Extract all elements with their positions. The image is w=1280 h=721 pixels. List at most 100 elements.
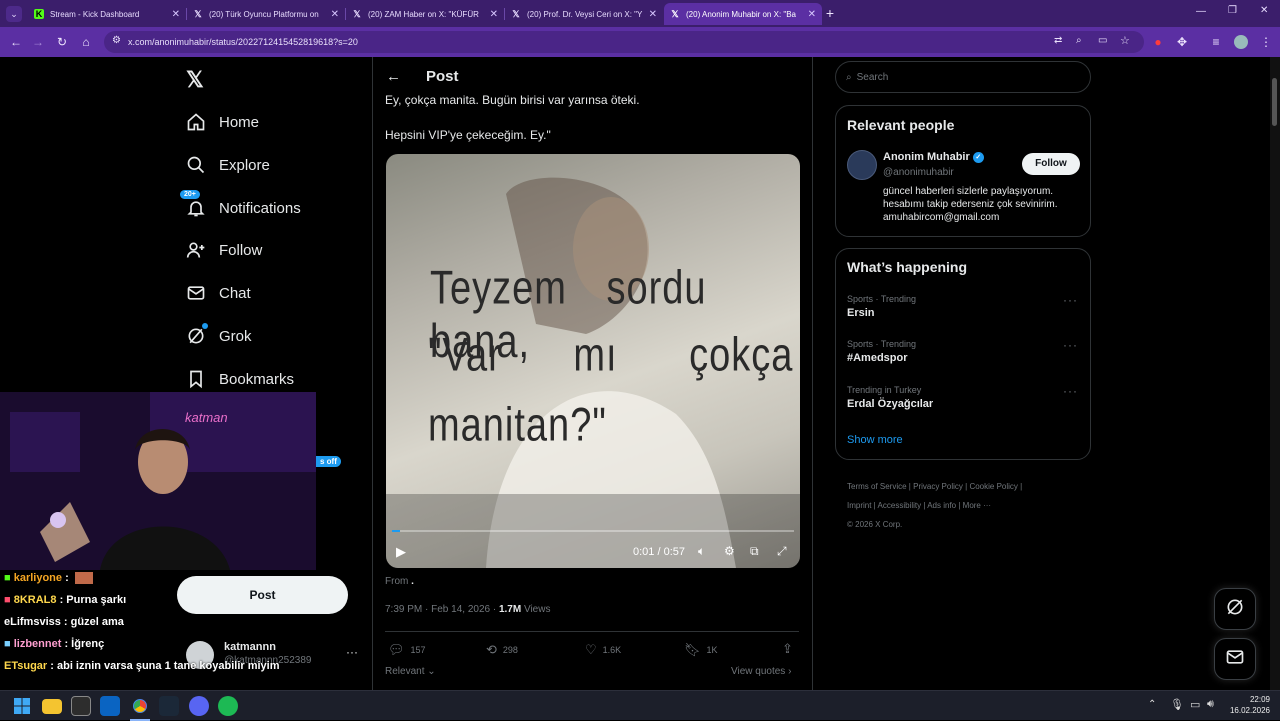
reply-button[interactable]: 💬︎ 157 (388, 642, 426, 658)
media-control-icon[interactable]: ≡ (1208, 34, 1224, 50)
tab-anonim-muhabir[interactable]: 𝕏 (20) Anonim Muhabir on X: "Ba ✕ (664, 3, 822, 25)
video-player[interactable]: Teyzem sordu bana, "Var mı çokça manitan… (386, 154, 800, 568)
trend-item[interactable]: Sports · Trending #Amedspor (847, 339, 1079, 364)
new-tab-button[interactable]: + (822, 5, 838, 21)
more-icon[interactable]: ··· (1063, 338, 1078, 352)
search-input[interactable]: ⌕ Search (835, 61, 1091, 93)
home-icon[interactable]: ⌂ (78, 34, 94, 50)
discord-icon[interactable] (189, 696, 209, 716)
trend-item[interactable]: Trending in Turkey Erdal Özyağcılar (847, 385, 1079, 410)
tab-search-icon[interactable]: ⌄ (6, 6, 22, 22)
menu-icon[interactable]: ⋮ (1258, 34, 1274, 50)
file-explorer-icon[interactable] (42, 699, 62, 714)
footer-link[interactable]: Ads info (927, 501, 956, 510)
follow-button[interactable]: Follow (1022, 153, 1080, 175)
bookmark-star-icon[interactable]: ☆ (1120, 34, 1130, 47)
scrollbar[interactable] (1270, 57, 1280, 690)
outlook-icon[interactable] (100, 696, 120, 716)
grok-icon (1225, 597, 1245, 622)
close-tab-icon[interactable]: ✕ (331, 9, 339, 20)
avatar[interactable] (847, 150, 877, 180)
nav-follow[interactable]: Follow (186, 240, 262, 260)
footer-link[interactable]: Privacy Policy (913, 482, 963, 491)
close-tab-icon[interactable]: ✕ (808, 9, 816, 20)
store-icon[interactable] (71, 696, 91, 716)
person-bio: güncel haberleri sizlerle paylaşıyorum. … (883, 186, 1058, 223)
back-arrow-icon[interactable]: ← (386, 68, 401, 85)
streamer-webcam: katman (0, 392, 316, 570)
play-icon[interactable]: ▶ (396, 544, 406, 560)
steam-icon[interactable] (159, 696, 179, 716)
card-title: Relevant people (847, 117, 955, 133)
address-bar[interactable]: ⚙ x.com/anonimuhabir/status/202271241545… (104, 31, 1144, 53)
more-icon[interactable]: ··· (1063, 384, 1078, 398)
nav-chat[interactable]: Chat (186, 283, 251, 303)
windows-start-icon[interactable] (12, 696, 32, 716)
volume-icon[interactable]: 🔈︎ (698, 544, 705, 559)
picture-in-picture-icon[interactable]: ⧉ (750, 544, 759, 559)
like-button[interactable]: ♡ 1.6K (585, 642, 621, 658)
spotify-icon[interactable] (218, 696, 238, 716)
close-window-button[interactable]: ✕ (1260, 5, 1268, 16)
post-button[interactable]: Post (177, 576, 348, 614)
nav-explore[interactable]: Explore (186, 155, 270, 175)
minimize-button[interactable]: — (1196, 6, 1206, 17)
view-quotes-link[interactable]: View quotes › (731, 666, 791, 677)
nav-notifications[interactable]: 20+ Notifications (180, 190, 301, 218)
back-icon[interactable]: ← (8, 34, 24, 50)
profile-avatar[interactable] (1234, 35, 1248, 49)
nav-grok[interactable]: Grok (186, 323, 252, 346)
zoom-icon[interactable]: ⌕ (1076, 35, 1082, 46)
tab-kick-dashboard[interactable]: K Stream - Kick Dashboard ✕ (28, 3, 186, 25)
cast-icon[interactable]: ▭ (1098, 35, 1107, 46)
reload-icon[interactable]: ↻ (54, 34, 70, 50)
close-tab-icon[interactable]: ✕ (172, 9, 180, 20)
volume-icon[interactable]: 🔊︎ (1207, 698, 1214, 711)
translate-icon[interactable]: ⇄ (1054, 35, 1062, 46)
close-tab-icon[interactable]: ✕ (490, 9, 498, 20)
x-logo-icon[interactable]: 𝕏 (186, 67, 204, 93)
chrome-icon[interactable] (130, 696, 150, 716)
video-caption-3: manitan?" (428, 399, 607, 452)
repost-button[interactable]: ⟲ 298 (486, 642, 518, 658)
nav-bookmarks[interactable]: Bookmarks (186, 369, 294, 389)
tab-zam-haber[interactable]: 𝕏 (20) ZAM Haber on X: "KÜFÜR ✕ (346, 3, 504, 25)
scrollbar-thumb[interactable] (1272, 78, 1277, 126)
show-more-link[interactable]: Show more (847, 434, 903, 446)
restore-button[interactable]: ❐ (1228, 5, 1237, 16)
spaces-badge: s off (316, 456, 341, 467)
bookmark-button[interactable]: 🔖︎ 1K (684, 642, 718, 658)
forward-icon[interactable]: → (30, 34, 46, 50)
x-logo-icon: 𝕏 (671, 8, 679, 19)
footer-link[interactable]: Imprint (847, 501, 871, 510)
more-icon[interactable]: ··· (346, 645, 358, 659)
fullscreen-icon[interactable]: ⤢ (777, 544, 787, 559)
tray-chevron-icon[interactable]: ⌃ (1148, 699, 1156, 710)
grok-icon (186, 323, 208, 346)
tab-veysi-ceri[interactable]: 𝕏 (20) Prof. Dr. Veysi Ceri on X: "Y ✕ (505, 3, 663, 25)
display-icon[interactable]: ▭ (1190, 698, 1200, 711)
video-progress-bar[interactable] (392, 530, 794, 532)
footer-link[interactable]: Cookie Policy (969, 482, 1017, 491)
footer-link[interactable]: More ··· (963, 501, 991, 510)
search-icon: ⌕ (846, 71, 852, 83)
site-info-icon[interactable]: ⚙ (112, 35, 121, 46)
messages-fab[interactable] (1214, 638, 1256, 680)
settings-icon[interactable]: ⚙ (724, 544, 735, 558)
share-icon[interactable]: ⇪ (782, 641, 793, 657)
trend-item[interactable]: Sports · Trending Ersin (847, 294, 1079, 319)
sort-replies-dropdown[interactable]: Relevant ⌄ (385, 666, 436, 677)
clock[interactable]: 22:09 16.02.2026 (1226, 694, 1270, 716)
nav-home[interactable]: Home (186, 112, 259, 132)
close-tab-icon[interactable]: ✕ (649, 9, 657, 20)
microphone-icon[interactable]: 🎙︎ (1170, 698, 1184, 711)
person-name[interactable]: Anonim Muhabir ✓ (883, 151, 984, 163)
add-user-icon (186, 240, 206, 260)
extensions-puzzle-icon[interactable]: ✥ (1174, 34, 1190, 50)
footer-link[interactable]: Accessibility (878, 501, 922, 510)
footer-link[interactable]: Terms of Service (847, 482, 907, 491)
extension-icon[interactable]: ● (1150, 34, 1166, 50)
more-icon[interactable]: ··· (1063, 293, 1078, 307)
grok-fab[interactable] (1214, 588, 1256, 630)
tab-turk-oyuncu[interactable]: 𝕏 (20) Türk Oyuncu Platformu on ✕ (187, 3, 345, 25)
